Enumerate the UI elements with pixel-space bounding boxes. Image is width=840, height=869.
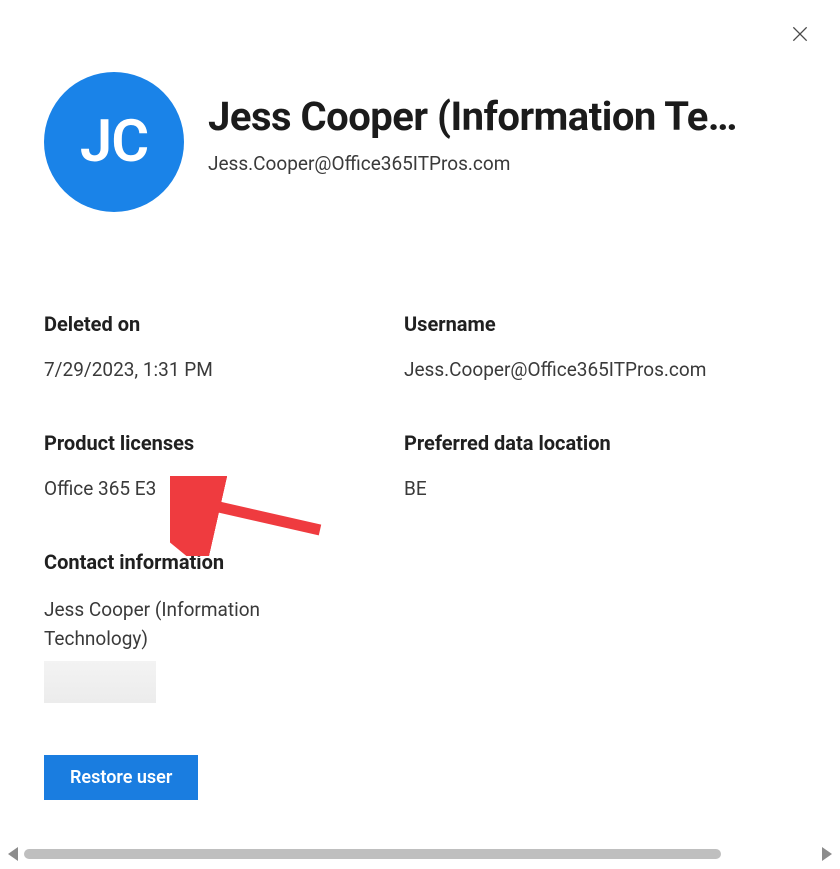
user-display-name: Jess Cooper (Information Te…	[208, 94, 796, 140]
field-label-deleted-on: Deleted on	[44, 312, 394, 336]
avatar: JC	[44, 72, 184, 212]
field-value-deleted-on: 7/29/2023, 1:31 PM	[44, 358, 394, 381]
field-preferred-data-location: Preferred data location BE	[404, 431, 796, 500]
scroll-thumb[interactable]	[24, 849, 721, 859]
contact-heading: Contact information	[44, 550, 796, 574]
scroll-right-icon[interactable]	[822, 847, 832, 861]
header-text: Jess Cooper (Information Te… Jess.Cooper…	[208, 72, 796, 175]
close-icon	[790, 24, 810, 44]
details-grid: Deleted on 7/29/2023, 1:31 PM Username J…	[44, 312, 796, 500]
contact-value: Jess Cooper (Information Technology)	[44, 596, 324, 653]
user-header: JC Jess Cooper (Information Te… Jess.Coo…	[44, 72, 796, 212]
user-detail-panel: JC Jess Cooper (Information Te… Jess.Coo…	[0, 0, 840, 820]
actions-bar: Restore user	[44, 755, 796, 800]
field-deleted-on: Deleted on 7/29/2023, 1:31 PM	[44, 312, 394, 381]
field-value-preferred-data-location: BE	[404, 477, 796, 500]
user-email: Jess.Cooper@Office365ITPros.com	[208, 152, 796, 175]
horizontal-scrollbar[interactable]	[0, 845, 840, 863]
field-value-product-licenses: Office 365 E3	[44, 477, 394, 500]
field-label-preferred-data-location: Preferred data location	[404, 431, 796, 455]
contact-section: Contact information Jess Cooper (Informa…	[44, 550, 796, 703]
scroll-left-icon[interactable]	[8, 847, 18, 861]
field-label-username: Username	[404, 312, 796, 336]
avatar-initials: JC	[80, 108, 148, 176]
scroll-track[interactable]	[24, 849, 816, 859]
field-value-username: Jess.Cooper@Office365ITPros.com	[404, 358, 796, 381]
redacted-block	[44, 661, 156, 703]
field-label-product-licenses: Product licenses	[44, 431, 394, 455]
restore-user-button[interactable]: Restore user	[44, 755, 198, 800]
field-product-licenses: Product licenses Office 365 E3	[44, 431, 394, 500]
close-button[interactable]	[784, 18, 816, 50]
field-username: Username Jess.Cooper@Office365ITPros.com	[404, 312, 796, 381]
